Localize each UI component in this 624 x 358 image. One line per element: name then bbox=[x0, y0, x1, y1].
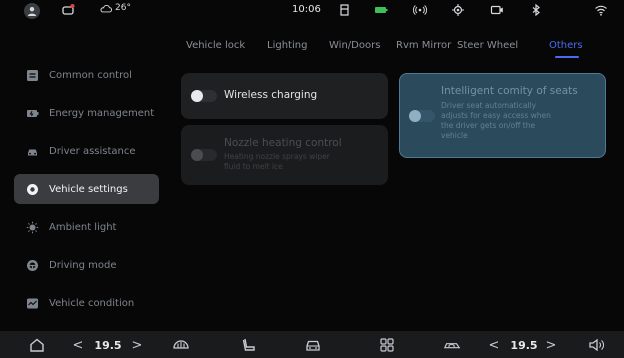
front-defrost-icon bbox=[173, 340, 189, 349]
sidebar-item-label: Vehicle settings bbox=[49, 183, 128, 195]
sidebar-item-ambient-light[interactable]: Ambient light bbox=[14, 212, 159, 242]
signal-broadcast-icon bbox=[413, 3, 427, 17]
vehicle-settings-screen: 26° 10:06 Vehicle lock Lighting Win/Door… bbox=[0, 0, 624, 358]
passenger-temp-increase-button[interactable]: > bbox=[545, 336, 557, 354]
outside-temperature: 26° bbox=[100, 3, 131, 13]
battery-icon bbox=[24, 105, 40, 121]
intelligent-comity-desc-line-1: Driver seat automatically bbox=[441, 101, 537, 110]
cloud-icon bbox=[100, 4, 112, 12]
nozzle-heating-title: Nozzle heating control bbox=[224, 137, 342, 149]
location-icon bbox=[451, 3, 465, 17]
car-icon bbox=[306, 340, 320, 351]
nozzle-heating-toggle bbox=[191, 149, 217, 161]
tab-others[interactable]: Others bbox=[549, 40, 583, 51]
seat-icon bbox=[242, 338, 255, 351]
passenger-temperature: 19.5 bbox=[510, 338, 538, 352]
intelligent-comity-desc-line-2: adjusts for easy access when bbox=[441, 111, 551, 120]
bulb-icon bbox=[24, 219, 40, 235]
toggle-knob bbox=[191, 90, 203, 102]
active-tab-indicator bbox=[555, 56, 579, 58]
volume-button[interactable] bbox=[587, 336, 607, 354]
sidebar-item-energy-management[interactable]: Energy management bbox=[14, 98, 159, 128]
sidebar-item-label: Ambient light bbox=[49, 221, 117, 233]
sidebar-item-vehicle-condition[interactable]: Vehicle condition bbox=[14, 288, 159, 318]
wifi-icon bbox=[594, 3, 608, 17]
tab-steer-wheel[interactable]: Steer Wheel bbox=[457, 40, 518, 51]
driver-temp-increase-button[interactable]: > bbox=[131, 336, 143, 354]
bottom-control-bar: < 19.5 > < 19.5 > bbox=[0, 331, 624, 358]
seat-button[interactable] bbox=[239, 336, 259, 354]
home-button[interactable] bbox=[27, 336, 47, 354]
toggle-knob bbox=[191, 149, 203, 161]
intelligent-comity-toggle[interactable] bbox=[409, 110, 435, 122]
sidebar-item-vehicle-settings[interactable]: Vehicle settings bbox=[14, 174, 159, 204]
connection-alert-icon bbox=[61, 3, 75, 17]
common-control-icon bbox=[24, 67, 40, 83]
sidebar-item-driver-assistance[interactable]: Driver assistance bbox=[14, 136, 159, 166]
sidebar-item-driving-mode[interactable]: Driving mode bbox=[14, 250, 159, 280]
driver-temp-decrease-button[interactable]: < bbox=[72, 336, 84, 354]
driver-temperature: 19.5 bbox=[94, 338, 122, 352]
passenger-temp-decrease-button[interactable]: < bbox=[488, 336, 500, 354]
apps-grid-icon bbox=[380, 338, 394, 352]
bluetooth-icon bbox=[529, 3, 543, 17]
nozzle-heating-desc-line-1: Heating nozzle sprays wiper bbox=[224, 152, 330, 161]
air-recirculation-icon bbox=[443, 343, 461, 349]
apps-button[interactable] bbox=[377, 336, 397, 354]
wireless-charging-title: Wireless charging bbox=[224, 89, 318, 101]
tab-win-doors[interactable]: Win/Doors bbox=[329, 40, 380, 51]
tab-rvm-mirror[interactable]: Rvm Mirror bbox=[396, 40, 451, 51]
wireless-charging-toggle[interactable] bbox=[191, 90, 217, 102]
sidebar-item-common-control[interactable]: Common control bbox=[14, 60, 159, 90]
user-avatar[interactable] bbox=[24, 3, 40, 19]
tab-vehicle-lock[interactable]: Vehicle lock bbox=[186, 40, 245, 51]
intelligent-comity-desc-line-4: vehicle bbox=[441, 131, 468, 140]
sidebar-item-label: Driver assistance bbox=[49, 145, 136, 157]
front-defrost-button[interactable] bbox=[171, 336, 191, 354]
wireless-charging-card[interactable]: Wireless charging bbox=[181, 73, 388, 119]
nozzle-heating-card: Nozzle heating control Heating nozzle sp… bbox=[181, 125, 388, 185]
gear-icon bbox=[24, 181, 40, 197]
temperature-value: 26° bbox=[115, 3, 131, 13]
home-icon bbox=[30, 338, 44, 352]
intelligent-comity-desc-line-3: the driver gets on/off the bbox=[441, 121, 536, 130]
user-icon bbox=[27, 7, 37, 16]
sidebar-item-label: Common control bbox=[49, 69, 132, 81]
vehicle-button[interactable] bbox=[303, 336, 323, 354]
air-recirculation-button[interactable] bbox=[441, 336, 463, 354]
clock: 10:06 bbox=[292, 4, 321, 15]
intelligent-comity-card[interactable]: Intelligent comity of seats Driver seat … bbox=[399, 73, 606, 158]
tab-lighting[interactable]: Lighting bbox=[267, 40, 307, 51]
nozzle-heating-desc-line-2: fluid to melt ice bbox=[224, 162, 283, 171]
toggle-knob bbox=[409, 110, 421, 122]
camera-icon bbox=[490, 3, 504, 17]
status-bar: 26° 10:06 bbox=[0, 0, 624, 22]
intelligent-comity-title: Intelligent comity of seats bbox=[441, 85, 578, 97]
steering-wheel-icon bbox=[24, 257, 40, 273]
sidebar-item-label: Driving mode bbox=[49, 259, 117, 271]
car-icon bbox=[24, 143, 40, 159]
door-status-icon bbox=[338, 3, 352, 17]
battery-icon bbox=[374, 3, 388, 17]
sidebar-item-label: Vehicle condition bbox=[49, 297, 135, 309]
sidebar-item-label: Energy management bbox=[49, 107, 155, 119]
speaker-icon bbox=[589, 338, 604, 352]
condition-icon bbox=[24, 295, 40, 311]
